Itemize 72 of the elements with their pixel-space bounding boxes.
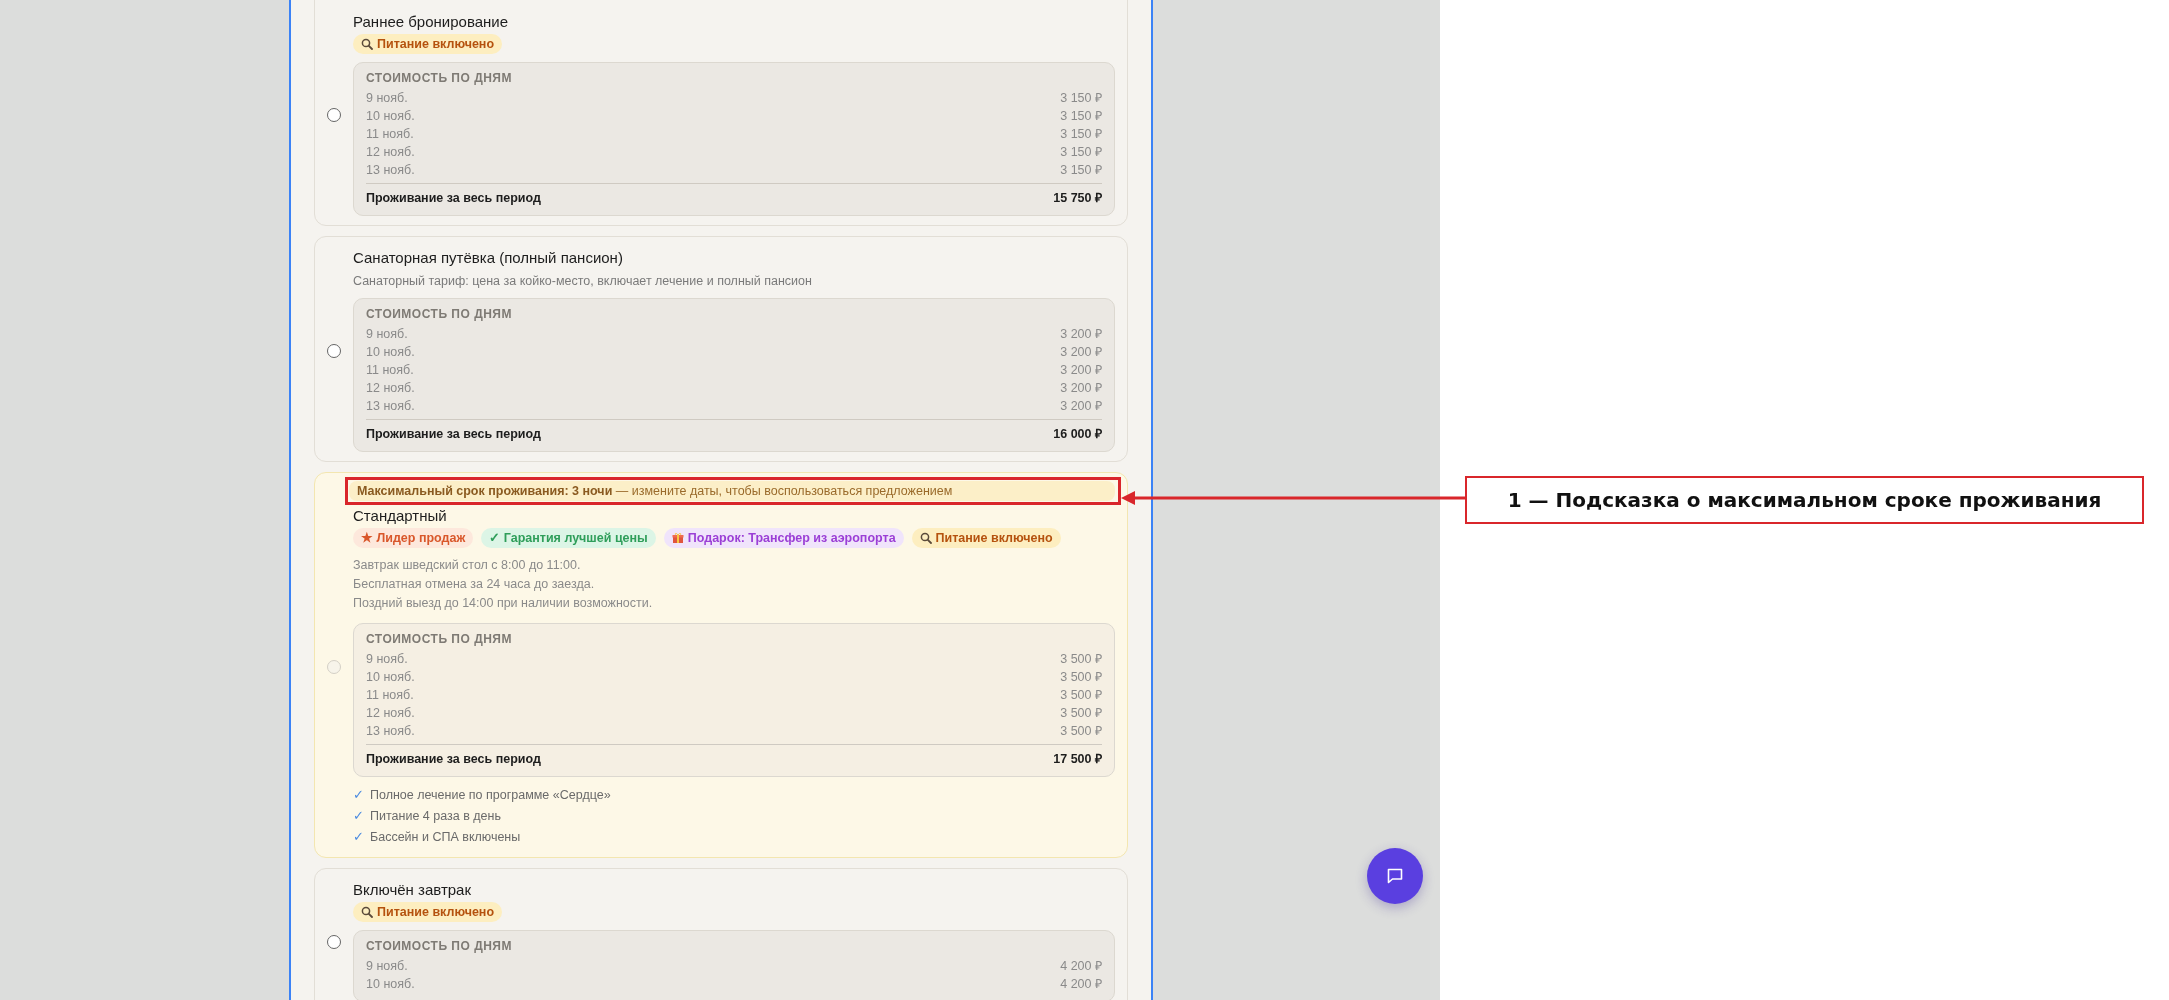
- meal-badge: Питание включено: [911, 528, 1061, 548]
- day-price: 3 200 ₽: [1060, 344, 1102, 361]
- radio-button[interactable]: [327, 343, 341, 358]
- day-date: 12 нояб.: [366, 380, 415, 397]
- price-heading: СТОИМОСТЬ ПО ДНЯМ: [366, 632, 513, 646]
- day-date: 9 нояб.: [366, 958, 408, 975]
- meal-badge: Питание включено: [353, 902, 503, 922]
- day-date: 13 нояб.: [366, 398, 415, 415]
- day-price: 3 150 ₽: [1060, 90, 1102, 107]
- feature-text: Бассейн и СПА включены: [370, 829, 521, 846]
- rate-title: Стандартный: [353, 507, 448, 524]
- day-price: 4 200 ₽: [1060, 958, 1102, 975]
- day-price: 3 500 ₽: [1060, 669, 1102, 686]
- day-date: 10 нояб.: [366, 344, 415, 361]
- day-price: 3 200 ₽: [1060, 380, 1102, 397]
- price-heading: СТОИМОСТЬ ПО ДНЯМ: [366, 307, 513, 321]
- total-price: 17 500 ₽: [1053, 751, 1102, 768]
- description-line: Завтрак шведский стол с 8:00 до 11:00.: [353, 557, 582, 574]
- check-mark: ✓: [353, 787, 364, 804]
- day-date: 11 нояб.: [366, 126, 414, 143]
- guarantee-badge: ✓ Гарантия лучшей цены: [481, 528, 656, 548]
- rate-title: Включён завтрак: [353, 881, 472, 898]
- day-date: 13 нояб.: [366, 723, 415, 740]
- day-price: 3 200 ₽: [1060, 326, 1102, 343]
- day-date: 13 нояб.: [366, 162, 415, 179]
- total-label: Проживание за весь период: [366, 426, 541, 443]
- total-price: 15 750 ₽: [1053, 190, 1102, 207]
- day-price: 3 500 ₽: [1060, 723, 1102, 740]
- radio-button[interactable]: [327, 107, 341, 122]
- day-date: 11 нояб.: [366, 362, 414, 379]
- gift-badge: Подарок: Трансфер из аэропорта: [663, 528, 904, 548]
- total-label: Проживание за весь период: [366, 190, 541, 207]
- day-date: 10 нояб.: [366, 976, 415, 993]
- day-date: 11 нояб.: [366, 687, 414, 704]
- radio-button[interactable]: [327, 934, 341, 949]
- feature-text: Питание 4 раза в день: [370, 808, 501, 825]
- check-mark: ✓: [353, 808, 364, 825]
- day-date: 9 нояб.: [366, 651, 408, 668]
- check-mark: ✓: [353, 829, 364, 846]
- max-stay-hint: Максимальный срок проживания: 3 ночи — измените даты, чтобы воспользоваться предложением: [349, 481, 1115, 501]
- day-price: 4 200 ₽: [1060, 976, 1102, 993]
- total-price: 16 000 ₽: [1053, 426, 1102, 443]
- total-label: Проживание за весь период: [366, 751, 541, 768]
- price-heading: СТОИМОСТЬ ПО ДНЯМ: [366, 71, 513, 85]
- day-date: 9 нояб.: [366, 326, 408, 343]
- chat-button[interactable]: [1367, 848, 1423, 904]
- day-date: 12 нояб.: [366, 705, 415, 722]
- day-price: 3 150 ₽: [1060, 162, 1102, 179]
- chat-icon: [1386, 867, 1404, 885]
- day-date: 10 нояб.: [366, 669, 415, 686]
- day-price: 3 500 ₽: [1060, 705, 1102, 722]
- meal-badge: Питание включено: [353, 34, 503, 54]
- day-date: 9 нояб.: [366, 90, 408, 107]
- day-price: 3 200 ₽: [1060, 362, 1102, 379]
- rate-title: Раннее бронирование: [353, 13, 510, 30]
- rate-title: Санаторная путёвка (полный пансион): [353, 249, 624, 266]
- description-line: Поздний выезд до 14:00 при наличии возможности.: [353, 595, 654, 612]
- annotation-label: 1 — Подсказка о максимальном сроке проживания: [1465, 476, 2144, 524]
- bestseller-badge: ★ Лидер продаж: [353, 528, 474, 548]
- day-price: 3 500 ₽: [1060, 687, 1102, 704]
- day-price: 3 150 ₽: [1060, 126, 1102, 143]
- day-price: 3 500 ₽: [1060, 651, 1102, 668]
- day-price: 3 150 ₽: [1060, 108, 1102, 125]
- description-line: Бесплатная отмена за 24 часа до заезда.: [353, 576, 596, 593]
- feature-text: Полное лечение по программе «Сердце»: [370, 787, 611, 804]
- gift-icon: [671, 532, 684, 544]
- rate-description: Санаторный тариф: цена за койко-место, включает лечение и полный пансион: [353, 274, 813, 288]
- day-date: 10 нояб.: [366, 108, 415, 125]
- day-price: 3 200 ₽: [1060, 398, 1102, 415]
- day-date: 12 нояб.: [366, 144, 415, 161]
- price-heading: СТОИМОСТЬ ПО ДНЯМ: [366, 939, 513, 953]
- day-price: 3 150 ₽: [1060, 144, 1102, 161]
